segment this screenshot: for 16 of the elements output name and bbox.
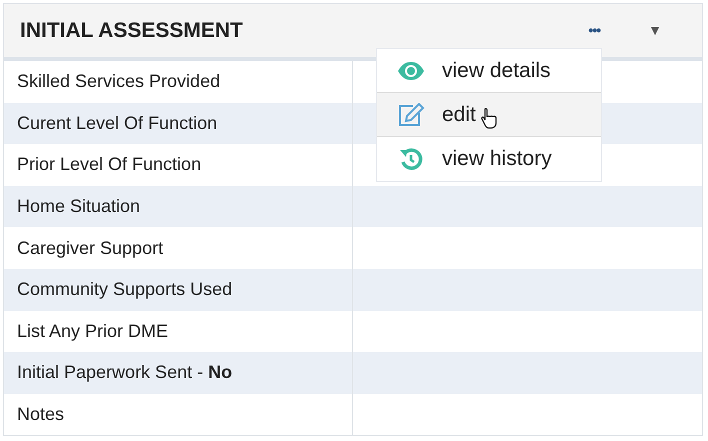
collapse-button[interactable]: ▼ <box>644 20 666 41</box>
pointer-cursor-icon <box>480 107 498 129</box>
row-label: Initial Paperwork Sent - No <box>17 361 232 384</box>
menu-item[interactable]: edit <box>377 93 601 137</box>
row-label: Notes <box>17 403 64 426</box>
more-button[interactable]: ••• <box>584 20 604 41</box>
edit-icon <box>397 102 425 126</box>
row-label: Curent Level Of Function <box>17 112 218 135</box>
row-label: Skilled Services Provided <box>17 70 220 94</box>
row-label: Caregiver Support <box>17 236 164 260</box>
row-label: Community Supports Used <box>17 278 232 302</box>
row-label: Prior Level Of Function <box>17 153 202 176</box>
history-icon <box>397 147 425 171</box>
panel-title: INITIAL ASSESSMENT <box>20 18 244 44</box>
row-label: List Any Prior DME <box>17 320 168 343</box>
row-label: Home Situation <box>17 195 140 218</box>
